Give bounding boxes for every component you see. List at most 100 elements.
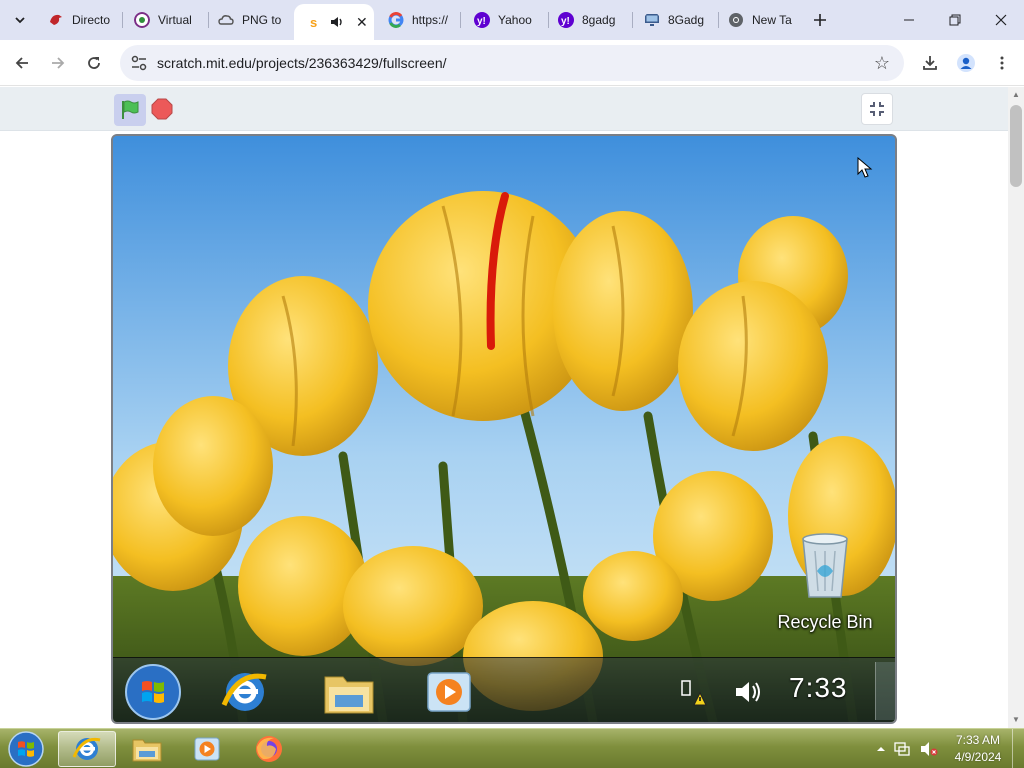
audio-playing-icon xyxy=(331,17,342,27)
reload-icon xyxy=(88,57,100,69)
close-icon xyxy=(995,14,1007,26)
firefox-icon xyxy=(256,736,282,762)
tab-virtual[interactable]: Virtual xyxy=(122,6,206,34)
tray-expand-icon[interactable] xyxy=(876,744,886,754)
google-icon xyxy=(388,12,404,28)
tab-scratch-active[interactable]: s ✕ xyxy=(294,4,374,40)
page-scrollbar[interactable]: ▲ ▼ xyxy=(1008,87,1024,728)
emulated-network-tray[interactable] xyxy=(673,664,713,720)
svg-text:y!: y! xyxy=(561,16,570,27)
taskbar-media-button[interactable] xyxy=(178,731,236,767)
media-player-icon xyxy=(194,737,220,761)
bookmark-star-icon[interactable]: ☆ xyxy=(874,53,890,74)
tab-title: https:// xyxy=(412,13,449,27)
folder-icon xyxy=(132,739,162,762)
tab-new-tab[interactable]: New Ta xyxy=(716,6,800,34)
tab-8gadg[interactable]: 8Gadg xyxy=(632,6,716,34)
speaker-icon xyxy=(736,682,760,702)
download-icon xyxy=(923,56,937,70)
system-tray xyxy=(876,729,938,768)
emulated-start-button[interactable] xyxy=(125,664,181,720)
internet-explorer-icon xyxy=(72,737,101,760)
tab-title: PNG to xyxy=(242,13,282,27)
recycle-bin-desktop-icon[interactable]: Recycle Bin xyxy=(773,531,877,633)
scratch-icon: s xyxy=(310,15,317,30)
profile-button[interactable] xyxy=(952,49,980,77)
project-stage[interactable]: Recycle Bin 7:33 xyxy=(111,134,897,724)
media-player-icon xyxy=(427,672,471,712)
close-window-button[interactable] xyxy=(978,0,1024,40)
tab-directo[interactable]: Directo xyxy=(36,6,120,34)
browser-toolbar: scratch.mit.edu/projects/236363429/fulls… xyxy=(0,40,1024,86)
svg-text:s: s xyxy=(310,15,317,30)
emulated-explorer-button[interactable] xyxy=(321,664,377,720)
red-bird-icon xyxy=(50,14,62,25)
taskbar-explorer-button[interactable] xyxy=(118,731,176,767)
tab-title: Virtual xyxy=(158,13,192,27)
taskbar-clock[interactable]: 7:33 AM 4/9/2024 xyxy=(946,732,1010,766)
yahoo-icon: y! xyxy=(558,12,574,28)
tab-strip: Directo Virtual PNG to s ✕ https:// y! Y… xyxy=(0,0,1024,40)
restore-button[interactable] xyxy=(932,0,978,40)
stop-icon xyxy=(151,98,173,120)
tulip-wallpaper xyxy=(113,136,895,722)
taskbar-firefox-button[interactable] xyxy=(240,731,298,767)
tab-title: Yahoo xyxy=(498,13,532,27)
emulated-show-desktop[interactable] xyxy=(875,662,895,720)
network-icon[interactable] xyxy=(894,741,912,757)
recycle-bin-label: Recycle Bin xyxy=(777,612,873,632)
emulated-media-button[interactable] xyxy=(421,664,477,720)
taskbar-time: 7:33 AM xyxy=(955,733,1001,747)
tab-https[interactable]: https:// xyxy=(376,6,458,34)
new-tab-button[interactable] xyxy=(808,8,832,32)
downloads-button[interactable] xyxy=(916,49,944,77)
arrow-left-icon xyxy=(15,57,28,69)
minimize-icon xyxy=(904,19,914,21)
tab-yahoo[interactable]: y! Yahoo xyxy=(462,6,546,34)
tab-title: 8Gadg xyxy=(668,13,705,27)
emulated-ie-button[interactable] xyxy=(217,664,273,720)
exit-fullscreen-icon xyxy=(870,102,884,116)
volume-muted-icon[interactable] xyxy=(920,741,938,757)
plus-icon xyxy=(814,14,826,26)
tab-8gadg-yahoo[interactable]: y! 8gadg xyxy=(546,6,630,34)
tab-search-button[interactable] xyxy=(8,8,32,32)
tab-close-button[interactable]: ✕ xyxy=(356,14,368,31)
stop-button[interactable] xyxy=(150,97,174,121)
windows-orb-icon xyxy=(8,731,44,767)
start-button[interactable] xyxy=(6,730,46,768)
forward-button[interactable] xyxy=(44,49,72,77)
minimize-button[interactable] xyxy=(886,0,932,40)
scroll-up-arrow-icon[interactable]: ▲ xyxy=(1011,90,1021,100)
emulated-volume-tray[interactable] xyxy=(725,664,771,720)
kebab-menu-icon xyxy=(1000,56,1004,70)
address-bar[interactable]: scratch.mit.edu/projects/236363429/fulls… xyxy=(120,45,904,81)
monitor-icon xyxy=(645,14,659,26)
green-flag-button[interactable] xyxy=(114,94,146,126)
green-flag-icon xyxy=(122,100,139,119)
wikipedia-icon xyxy=(134,12,150,28)
reload-button[interactable] xyxy=(80,49,108,77)
chrome-icon xyxy=(729,13,743,27)
avatar-icon xyxy=(957,54,975,72)
scroll-down-arrow-icon[interactable]: ▼ xyxy=(1011,715,1021,725)
taskbar-ie-button[interactable] xyxy=(58,731,116,767)
cloud-icon xyxy=(218,15,234,25)
scratch-controls-bar xyxy=(0,87,1008,131)
emulated-clock: 7:33 xyxy=(789,672,848,703)
menu-button[interactable] xyxy=(988,49,1016,77)
network-warning-icon xyxy=(681,680,707,706)
exit-fullscreen-button[interactable] xyxy=(861,93,893,125)
svg-text:y!: y! xyxy=(477,16,486,27)
tab-png-to[interactable]: PNG to xyxy=(206,6,292,34)
back-button[interactable] xyxy=(8,49,36,77)
tab-title: 8gadg xyxy=(582,13,616,27)
restore-icon xyxy=(949,14,961,26)
site-info-icon[interactable] xyxy=(130,54,148,72)
scrollbar-thumb[interactable] xyxy=(1010,105,1022,187)
folder-icon xyxy=(324,676,374,714)
url-text[interactable]: scratch.mit.edu/projects/236363429/fulls… xyxy=(157,55,447,71)
show-desktop-button[interactable] xyxy=(1012,729,1024,768)
recycle-bin-icon xyxy=(802,533,848,598)
tab-separator xyxy=(460,12,461,28)
